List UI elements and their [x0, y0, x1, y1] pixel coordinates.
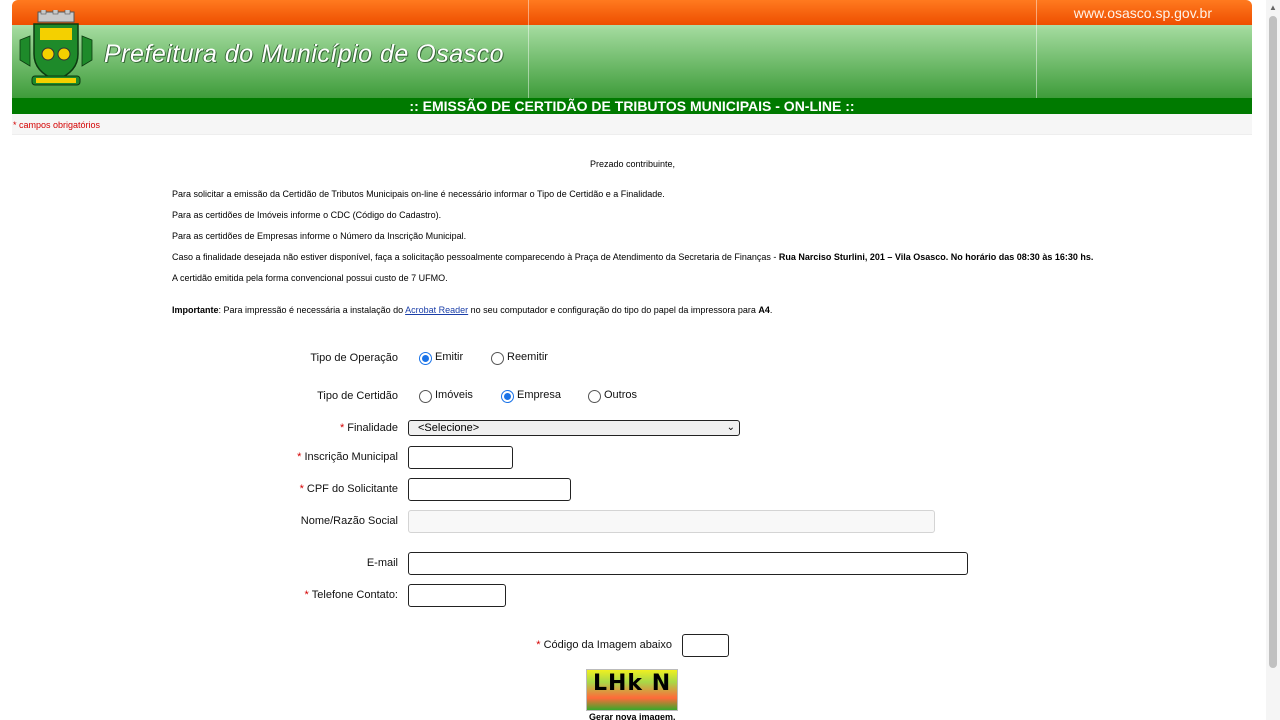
telefone-label-text: Telefone Contato: — [311, 589, 398, 601]
nome-label: Nome/Razão Social — [300, 515, 398, 527]
certidao-imoveis-label[interactable]: Imóveis — [435, 389, 473, 401]
finalidade-label-text: Finalidade — [347, 422, 398, 434]
intro-paragraph: Para solicitar a emissão da Certidão de … — [172, 189, 665, 199]
captcha-label: * Código da Imagem abaixo — [412, 639, 672, 651]
finalidade-select[interactable]: <Selecione> ⌄ — [408, 420, 740, 436]
operacao-emitir-radio[interactable] — [419, 352, 432, 365]
certidao-empresa-radio[interactable] — [501, 390, 514, 403]
acrobat-reader-link[interactable]: Acrobat Reader — [405, 305, 468, 315]
header-divider — [1036, 0, 1037, 98]
scrollbar-thumb[interactable] — [1269, 16, 1277, 668]
required-mark: * — [299, 483, 304, 495]
required-fields-note: * campos obrigatórios — [13, 120, 101, 130]
coat-of-arms-logo — [19, 10, 93, 86]
telefone-label: * Telefone Contato: — [138, 589, 398, 601]
intro-paragraph-text: Caso a finalidade desejada não estiver d… — [172, 252, 779, 262]
cpf-input[interactable] — [408, 478, 571, 501]
email-label: E-mail — [366, 557, 398, 569]
required-mark: * — [304, 589, 309, 601]
operacao-reemitir-radio[interactable] — [491, 352, 504, 365]
greeting-text: Prezado contribuinte, — [590, 159, 676, 169]
intro-paragraph: A certidão emitida pela forma convencion… — [172, 273, 448, 283]
captcha-input[interactable] — [682, 634, 729, 657]
tipo-certidao-label: Tipo de Certidão — [317, 390, 398, 402]
cpf-label-text: CPF do Solicitante — [306, 483, 398, 495]
inscricao-label-text: Inscrição Municipal — [304, 451, 398, 463]
paper-size-text: A4 — [758, 305, 770, 315]
important-label: Importante — [172, 305, 219, 315]
page-title: :: EMISSÃO DE CERTIDÃO DE TRIBUTOS MUNIC… — [12, 98, 1252, 114]
captcha-image: LHk N — [586, 669, 678, 711]
operacao-emitir-label[interactable]: Emitir — [435, 351, 463, 363]
nome-razao-social-input[interactable] — [408, 510, 935, 533]
inscricao-municipal-input[interactable] — [408, 446, 513, 469]
operacao-reemitir-label[interactable]: Reemitir — [507, 351, 548, 363]
telefone-input[interactable] — [408, 584, 506, 607]
certidao-outros-label[interactable]: Outros — [604, 389, 637, 401]
address-hours-text: Rua Narciso Sturlini, 201 – Vila Osasco.… — [778, 252, 1094, 262]
page: www.osasco.sp.gov.br Prefeitura do Munic… — [0, 0, 1280, 720]
certidao-imoveis-radio[interactable] — [419, 390, 432, 403]
header-divider — [528, 0, 529, 98]
certidao-outros-radio[interactable] — [588, 390, 601, 403]
captcha-text: LHk N — [593, 671, 672, 696]
header-banner: www.osasco.sp.gov.br Prefeitura do Munic… — [12, 0, 1252, 98]
chevron-down-icon: ⌄ — [726, 422, 735, 433]
required-mark: * — [339, 422, 345, 434]
important-text: no seu computador e configuração do tipo… — [468, 305, 759, 315]
vertical-scrollbar[interactable]: ▲ — [1266, 0, 1280, 720]
finalidade-label: * Finalidade — [138, 422, 398, 434]
intro-paragraph: Para as certidões de Imóveis informe o C… — [172, 210, 442, 220]
tipo-operacao-label: Tipo de Operação — [310, 352, 398, 364]
cpf-label: * CPF do Solicitante — [138, 483, 398, 495]
header-top-bar — [12, 0, 1252, 25]
certidao-empresa-label[interactable]: Empresa — [517, 389, 561, 401]
required-fields-bar: * campos obrigatórios — [12, 114, 1252, 135]
intro-paragraph: Caso a finalidade desejada não estiver d… — [172, 252, 1093, 262]
required-mark: * — [536, 639, 541, 651]
important-note: Importante: Para impressão é necessária … — [172, 305, 772, 315]
email-input[interactable] — [408, 552, 968, 575]
inscricao-label: * Inscrição Municipal — [138, 451, 398, 463]
new-captcha-link[interactable]: Gerar nova imagem. — [589, 712, 676, 720]
intro-paragraph: Para as certidões de Empresas informe o … — [172, 231, 467, 241]
site-url: www.osasco.sp.gov.br — [1073, 5, 1212, 21]
captcha-label-text: Código da Imagem abaixo — [543, 639, 672, 651]
scroll-up-icon[interactable]: ▲ — [1269, 3, 1277, 12]
important-text: : Para impressão é necessária a instalaç… — [218, 305, 406, 315]
important-text-end: . — [769, 305, 773, 315]
required-mark: * — [297, 451, 302, 463]
organization-name: Prefeitura do Município de Osasco — [104, 40, 505, 68]
finalidade-selected-value: <Selecione> — [418, 422, 480, 434]
